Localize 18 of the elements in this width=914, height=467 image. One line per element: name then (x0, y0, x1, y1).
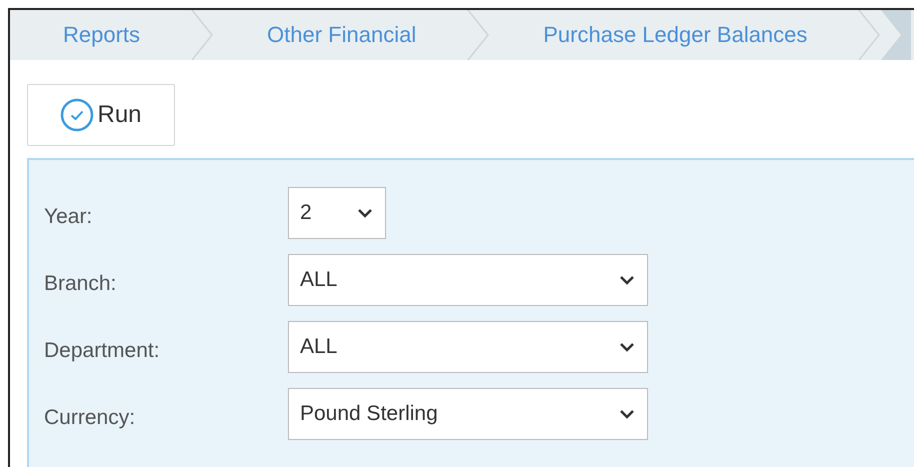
chevron-separator-icon (466, 10, 490, 60)
breadcrumb-end-segment (881, 10, 912, 60)
dropdown-field[interactable]: 2 (288, 187, 386, 239)
field-label: Year: (44, 204, 94, 229)
dropdown-field[interactable]: Pound Sterling (288, 388, 648, 440)
check-circle-icon (60, 98, 94, 132)
chevron-separator-icon (857, 10, 882, 60)
chevron-down-icon (619, 342, 635, 352)
dropdown-field[interactable]: ALL (288, 254, 648, 306)
chevron-separator-icon (190, 10, 214, 60)
field-label: Department: (44, 338, 161, 363)
chevron-down-icon (357, 208, 373, 218)
run-button[interactable]: Run (27, 84, 175, 146)
chevron-down-icon (619, 275, 635, 285)
field-label: Branch: (44, 271, 118, 296)
dropdown-field[interactable]: ALL (288, 321, 648, 373)
field-label: Currency: (44, 405, 136, 430)
chevron-down-icon (619, 409, 635, 419)
